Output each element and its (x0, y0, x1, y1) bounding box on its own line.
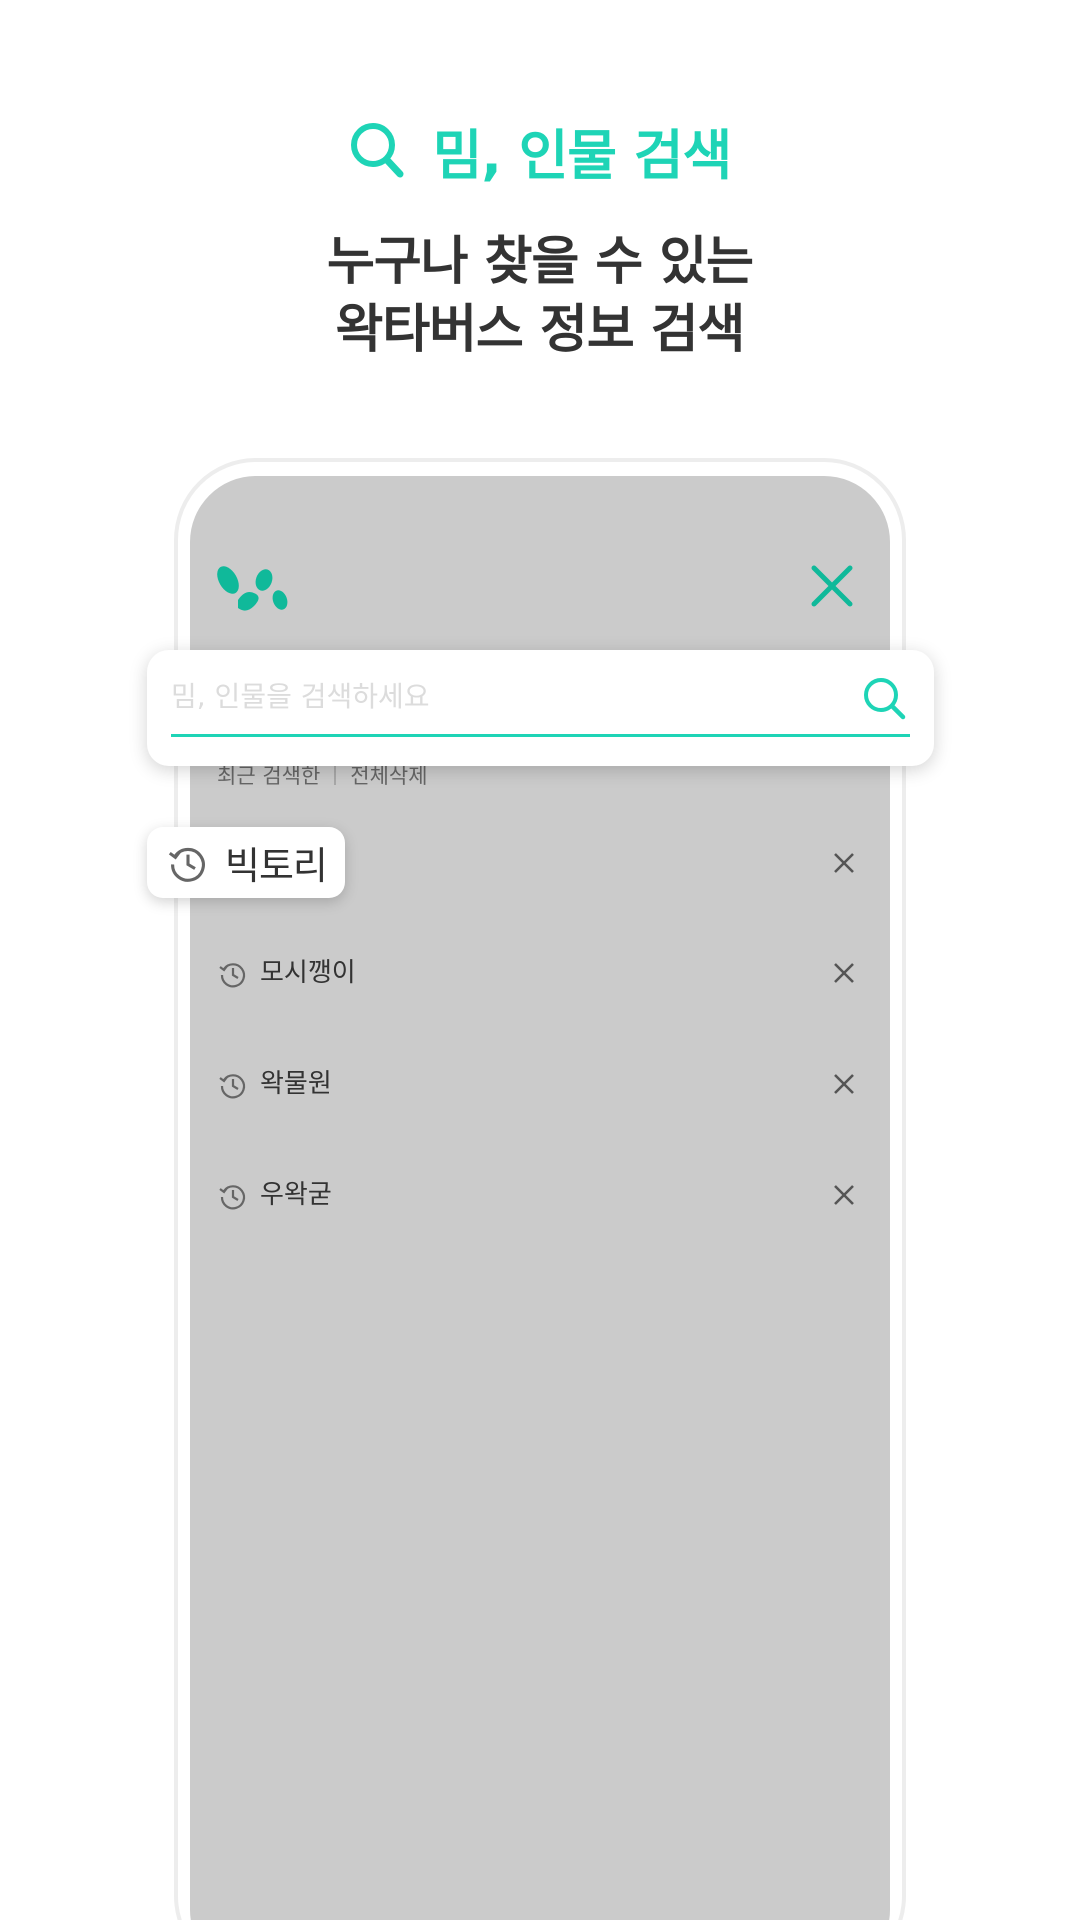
feature-subtitle: 누구나 찾을 수 있는 왁타버스 정보 검색 (0, 228, 1080, 364)
close-icon[interactable] (830, 849, 858, 877)
history-icon (219, 1074, 246, 1099)
history-item-label: 우왁굳 (260, 1180, 332, 1210)
close-icon[interactable] (830, 1181, 858, 1209)
feature-header: 밈, 인물 검색 (0, 112, 1080, 188)
close-icon[interactable] (808, 562, 856, 610)
search-bar (147, 650, 934, 766)
history-icon (168, 847, 205, 882)
promo-screen: 밈, 인물 검색 누구나 찾을 수 있는 왁타버스 정보 검색 최근 검색한 전… (0, 0, 1080, 1920)
history-item[interactable]: 왁물원 (190, 1054, 890, 1114)
history-item-label: 왁물원 (260, 1069, 332, 1099)
search-icon (350, 123, 404, 178)
feature-title: 밈, 인물 검색 (432, 123, 733, 187)
search-underline (171, 734, 910, 737)
close-icon[interactable] (830, 959, 858, 987)
history-icon (219, 963, 246, 988)
footprints-logo (217, 566, 288, 611)
history-item-label: 모시깽이 (260, 958, 356, 988)
close-icon[interactable] (830, 1070, 858, 1098)
history-item[interactable]: 우왁굳 (190, 1165, 890, 1225)
history-chip-highlighted[interactable]: 빅토리 (147, 827, 345, 898)
subtitle-line-1: 누구나 찾을 수 있는 (326, 232, 754, 292)
subtitle-line-2: 왁타버스 정보 검색 (335, 300, 746, 360)
search-icon[interactable] (861, 675, 907, 721)
history-item[interactable]: 모시깽이 (190, 943, 890, 1003)
history-chip-label: 빅토리 (225, 844, 328, 888)
history-divider (334, 765, 337, 785)
search-input[interactable] (171, 672, 851, 720)
history-icon (219, 1185, 246, 1210)
